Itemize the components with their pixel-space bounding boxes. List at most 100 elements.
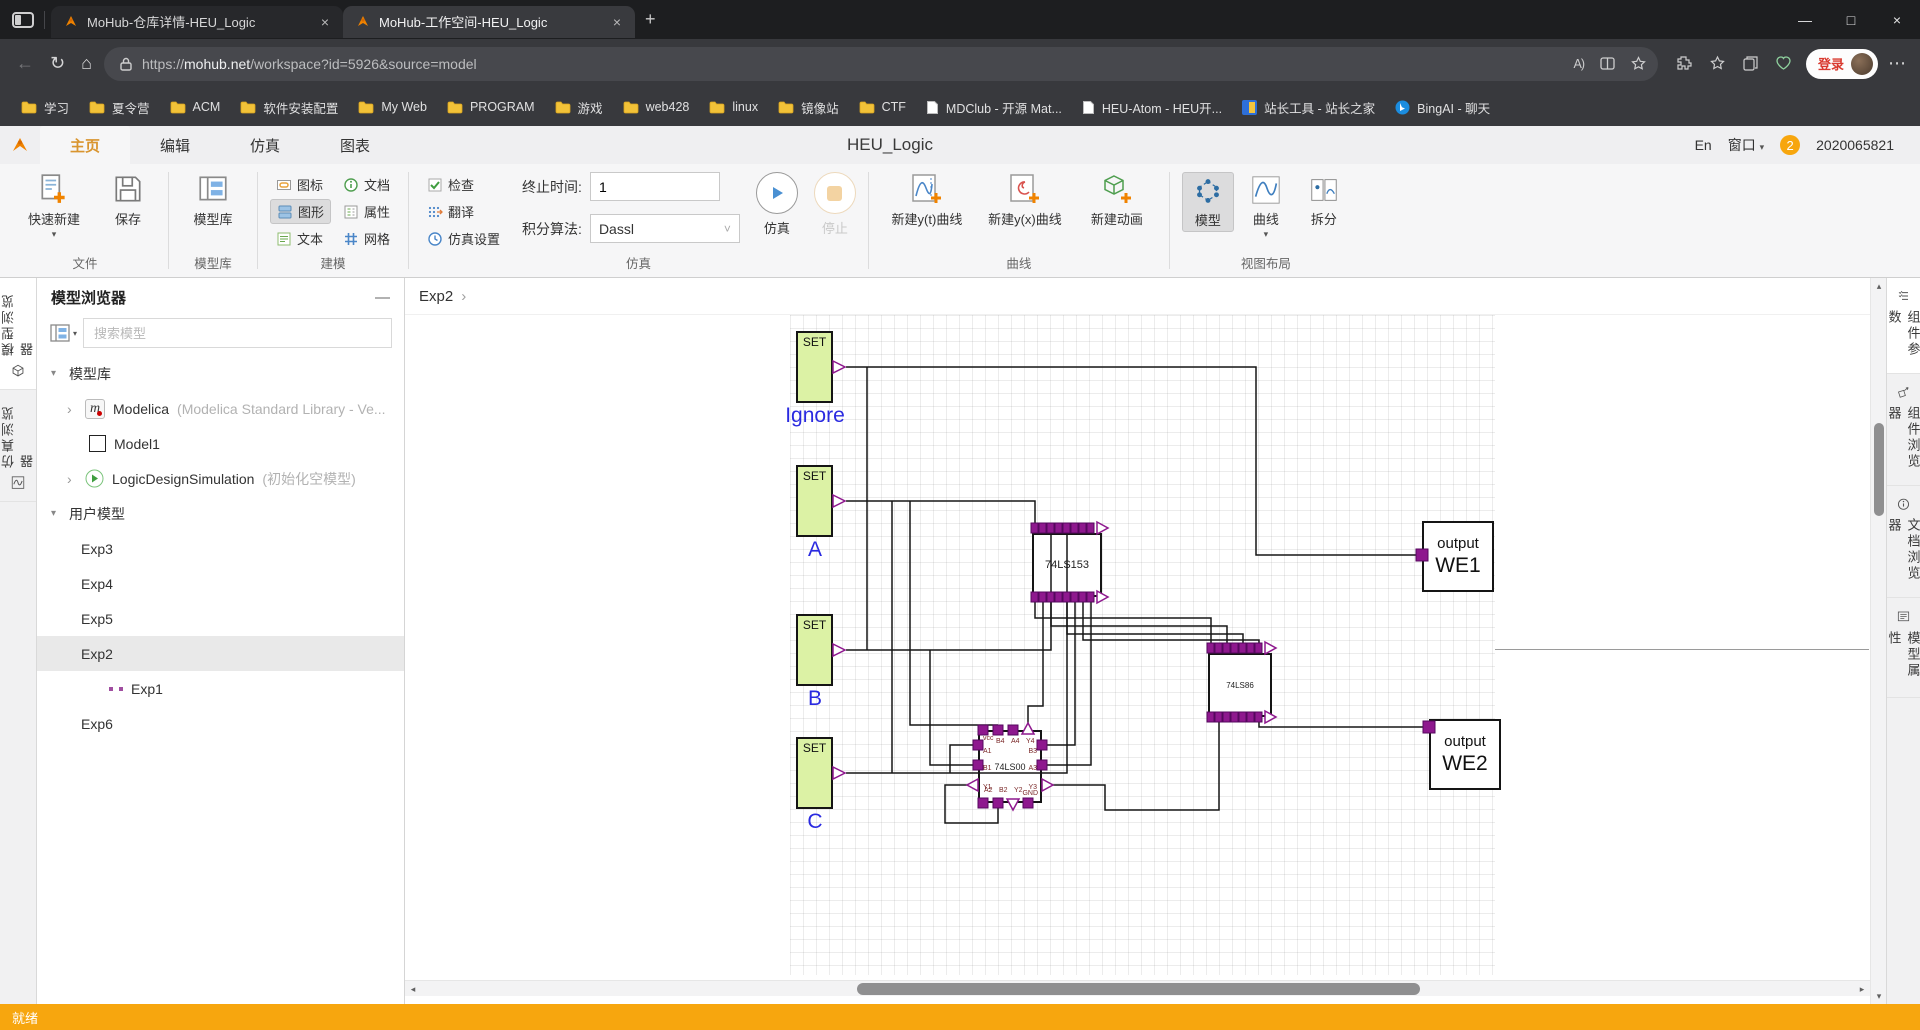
browser-essentials-icon[interactable] <box>1775 55 1792 72</box>
favorites-icon[interactable] <box>1709 55 1726 72</box>
ribbon-tab-home[interactable]: 主页 <box>40 126 131 164</box>
run-simulation-button[interactable]: 仿真 <box>755 172 798 237</box>
set-block-c[interactable]: SET <box>796 737 833 809</box>
bookmark-site[interactable]: BingAI - 聊天 <box>1386 93 1499 122</box>
chip-74ls86[interactable]: 74LS86 <box>1208 653 1272 717</box>
document-button[interactable]: 文档 <box>337 172 396 197</box>
tree-item-exp4[interactable]: Exp4 <box>37 566 404 601</box>
model-library-button[interactable]: 模型库 <box>181 172 245 228</box>
home-button[interactable]: ⌂ <box>81 53 92 74</box>
bookmark-folder[interactable]: linux <box>700 95 767 119</box>
output-block-we1[interactable]: output WE1 <box>1422 521 1494 592</box>
maximize-button[interactable]: □ <box>1828 12 1874 28</box>
strip-tab-document-browser[interactable]: 文档浏览器 <box>1887 486 1920 598</box>
browser-tab-inactive[interactable]: MoHub-仓库详情-HEU_Logic × <box>51 5 343 38</box>
scroll-down-icon[interactable]: ▾ <box>1871 988 1887 1004</box>
tree-item-exp6[interactable]: Exp6 <box>37 706 404 741</box>
bookmark-folder[interactable]: 软件安装配置 <box>231 93 347 122</box>
tree-item-exp3[interactable]: Exp3 <box>37 531 404 566</box>
add-favorite-icon[interactable] <box>1631 56 1646 71</box>
model-view-button[interactable]: 模型 <box>1181 172 1234 232</box>
split-view-button[interactable]: 拆分 <box>1298 172 1350 230</box>
tree-item-model-library[interactable]: ▾ 模型库 <box>37 356 404 391</box>
grid-button[interactable]: 网格 <box>337 226 396 251</box>
notification-badge[interactable]: 2 <box>1780 135 1801 155</box>
simulation-settings-button[interactable]: 仿真设置 <box>421 226 506 251</box>
bookmark-folder[interactable]: ACM <box>161 95 230 119</box>
ribbon-tab-chart[interactable]: 图表 <box>310 126 400 164</box>
minimize-button[interactable]: — <box>1782 12 1828 28</box>
new-animation-button[interactable]: 新建动画 <box>1077 172 1157 228</box>
scroll-left-icon[interactable]: ◂ <box>405 981 421 997</box>
browser-menu-icon[interactable]: ⋯ <box>1888 53 1906 74</box>
extensions-icon[interactable] <box>1676 55 1693 72</box>
back-button[interactable]: ← <box>16 53 34 74</box>
language-toggle[interactable]: En <box>1695 137 1712 153</box>
quick-new-button[interactable]: 快速新建 ▾ <box>14 172 94 239</box>
text-view-button[interactable]: 文本 <box>270 226 331 251</box>
bookmark-site[interactable]: 站长工具 - 站长之家 <box>1233 93 1384 122</box>
browser-tab-active[interactable]: MoHub-工作空间-HEU_Logic × <box>343 5 635 38</box>
icon-view-button[interactable]: 图标 <box>270 172 331 197</box>
translate-button[interactable]: 翻译 <box>421 199 506 224</box>
strip-tab-component-browser[interactable]: 组件浏览器 <box>1887 374 1920 486</box>
scrollbar-thumb[interactable] <box>1874 423 1884 516</box>
chip-74ls00[interactable]: 74LS00 vcc B4 A4 Y4 A1 B1 Y1 B3 A3 Y3 A2… <box>978 730 1042 803</box>
set-block-a[interactable]: SET <box>796 465 833 537</box>
diagram-canvas[interactable]: Exp2 › SET Ignore SET A SET B SET C 74LS… <box>405 278 1870 1004</box>
vertical-scrollbar[interactable]: ▴ ▾ <box>1870 278 1886 1004</box>
ribbon-tab-edit[interactable]: 编辑 <box>130 126 220 164</box>
new-yt-curve-button[interactable]: 新建y(t)曲线 <box>881 172 973 228</box>
bookmark-folder[interactable]: 学习 <box>12 93 78 122</box>
bookmark-folder[interactable]: 夏令营 <box>80 93 159 122</box>
save-button[interactable]: 保存 <box>100 172 156 228</box>
read-aloud-icon[interactable]: A) <box>1573 57 1584 71</box>
strip-tab-model-browser[interactable]: 模型浏览器 <box>0 278 36 390</box>
bookmark-folder[interactable]: CTF <box>850 95 915 119</box>
strip-tab-simulation-browser[interactable]: 仿真浏览器 <box>0 390 36 502</box>
address-bar[interactable]: https://mohub.net/workspace?id=5926&sour… <box>103 46 1658 81</box>
output-block-we2[interactable]: output WE2 <box>1429 719 1501 790</box>
tree-item-modelica[interactable]: › m Modelica (Modelica Standard Library -… <box>37 391 404 426</box>
search-input[interactable] <box>83 318 392 348</box>
check-button[interactable]: 检查 <box>421 172 506 197</box>
bookmark-folder[interactable]: 游戏 <box>546 93 612 122</box>
bookmark-folder[interactable]: My Web <box>349 95 436 119</box>
properties-button[interactable]: 属性 <box>337 199 396 224</box>
tree-item-model1[interactable]: Model1 <box>37 426 404 461</box>
split-screen-icon[interactable] <box>1600 57 1615 70</box>
library-view-toggle[interactable]: ▾ <box>49 322 77 344</box>
new-tab-button[interactable]: + <box>645 9 656 30</box>
bookmark-page[interactable]: MDClub - 开源 Mat... <box>917 93 1071 122</box>
bookmark-folder[interactable]: 镜像站 <box>769 93 848 122</box>
bookmark-folder[interactable]: PROGRAM <box>438 95 544 119</box>
panel-minimize-icon[interactable]: — <box>375 289 390 306</box>
tree-item-exp2-selected[interactable]: Exp2 <box>37 636 404 671</box>
stop-simulation-button[interactable]: 停止 <box>813 172 856 237</box>
scroll-right-icon[interactable]: ▸ <box>1854 981 1870 997</box>
set-block-b[interactable]: SET <box>796 614 833 686</box>
workspaces-icon[interactable] <box>12 11 34 28</box>
diagram-view-button[interactable]: 图形 <box>270 199 332 224</box>
tree-item-logicdesignsimulation[interactable]: › LogicDesignSimulation (初始化空模型) <box>37 461 404 496</box>
user-id[interactable]: 2020065821 <box>1816 137 1894 153</box>
scroll-up-icon[interactable]: ▴ <box>1871 278 1887 294</box>
refresh-button[interactable]: ↻ <box>50 53 65 74</box>
close-tab-icon[interactable]: × <box>609 14 625 30</box>
ribbon-tab-simulate[interactable]: 仿真 <box>220 126 310 164</box>
strip-tab-component-parameters[interactable]: 组件参数 <box>1887 278 1920 374</box>
integrator-select[interactable]: Dassl ˅ <box>589 214 740 243</box>
close-window-button[interactable]: × <box>1874 12 1920 28</box>
breadcrumb-item[interactable]: Exp2 <box>419 288 453 305</box>
bookmark-page[interactable]: HEU-Atom - HEU开... <box>1073 93 1231 122</box>
bookmark-folder[interactable]: web428 <box>614 95 699 119</box>
curve-view-button[interactable]: 曲线 ▾ <box>1240 172 1292 239</box>
set-block-ignore[interactable]: SET <box>796 331 833 403</box>
tree-item-user-models[interactable]: ▾ 用户模型 <box>37 496 404 531</box>
window-menu[interactable]: 窗口 ▾ <box>1728 135 1764 155</box>
new-yx-curve-button[interactable]: 新建y(x)曲线 <box>979 172 1071 228</box>
tree-item-exp5[interactable]: Exp5 <box>37 601 404 636</box>
close-tab-icon[interactable]: × <box>317 14 333 30</box>
collections-icon[interactable] <box>1742 55 1759 72</box>
tree-item-exp1[interactable]: Exp1 <box>37 671 404 706</box>
